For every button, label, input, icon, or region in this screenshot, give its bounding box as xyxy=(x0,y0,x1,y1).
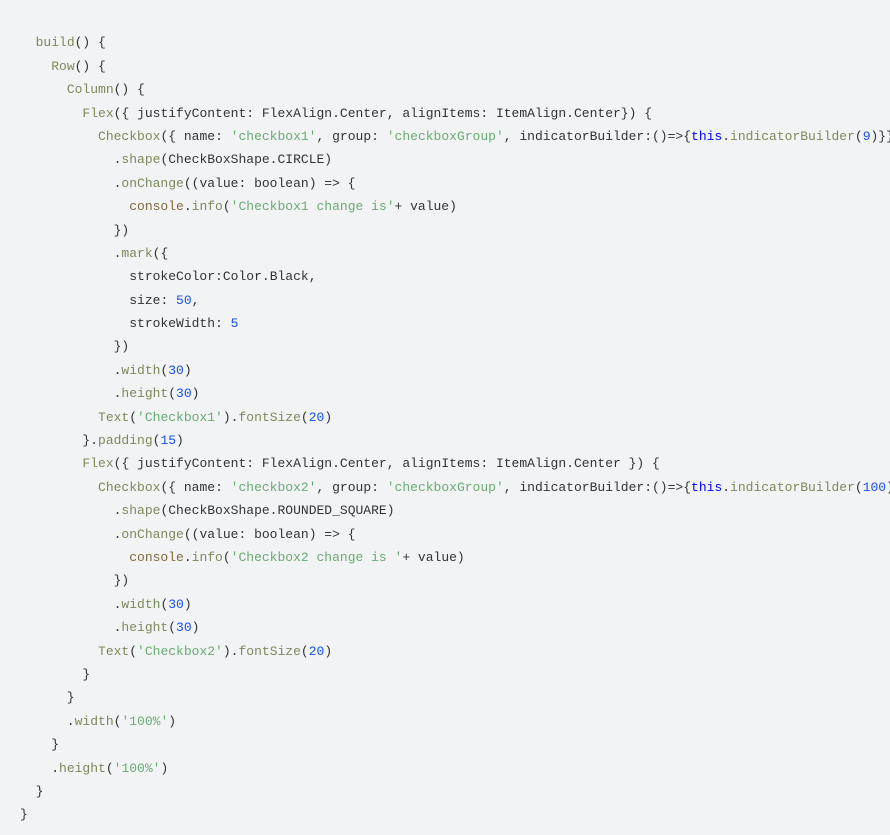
code-line: strokeWidth: 5 xyxy=(20,316,238,331)
code-line: }) xyxy=(20,339,129,354)
code-line: strokeColor:Color.Black, xyxy=(20,269,317,284)
code-line: Flex({ justifyContent: FlexAlign.Center,… xyxy=(20,456,660,471)
code-line: } xyxy=(20,667,90,682)
code-line: }) xyxy=(20,573,129,588)
code-line: .onChange((value: boolean) => { xyxy=(20,527,356,542)
tok-checkbox: Checkbox xyxy=(98,129,160,144)
code-line: .height('100%') xyxy=(20,761,168,776)
code-line: }.padding(15) xyxy=(20,433,184,448)
code-line: console.info('Checkbox2 change is '+ val… xyxy=(20,550,465,565)
code-line: .mark({ xyxy=(20,246,168,261)
code-line: .height(30) xyxy=(20,386,199,401)
code-line: }) xyxy=(20,223,129,238)
code-line: .width(30) xyxy=(20,597,192,612)
code-line: Text('Checkbox1').fontSize(20) xyxy=(20,410,332,425)
code-line: Text('Checkbox2').fontSize(20) xyxy=(20,644,332,659)
code-line: .height(30) xyxy=(20,620,199,635)
code-line: size: 50, xyxy=(20,293,199,308)
tok-row: Row xyxy=(51,59,74,74)
code-line: build() { xyxy=(20,35,106,50)
code-line: Flex({ justifyContent: FlexAlign.Center,… xyxy=(20,106,652,121)
code-line: } xyxy=(20,737,59,752)
code-line: } xyxy=(20,784,43,799)
code-line: .onChange((value: boolean) => { xyxy=(20,176,356,191)
code-line: } xyxy=(20,807,28,822)
tok-build: build xyxy=(36,35,75,50)
tok-flex: Flex xyxy=(82,106,113,121)
code-line: Column() { xyxy=(20,82,145,97)
code-line: Checkbox({ name: 'checkbox1', group: 'ch… xyxy=(20,129,890,144)
code-line: Checkbox({ name: 'checkbox2', group: 'ch… xyxy=(20,480,890,495)
code-line: .width(30) xyxy=(20,363,192,378)
code-line: Row() { xyxy=(20,59,106,74)
code-line: } xyxy=(20,690,75,705)
code-line: .width('100%') xyxy=(20,714,176,729)
code-line: .shape(CheckBoxShape.CIRCLE) xyxy=(20,152,332,167)
tok-column: Column xyxy=(67,82,114,97)
code-line: console.info('Checkbox1 change is'+ valu… xyxy=(20,199,457,214)
code-line: .shape(CheckBoxShape.ROUNDED_SQUARE) xyxy=(20,503,395,518)
code-block: build() { Row() { Column() { Flex({ just… xyxy=(0,0,890,835)
